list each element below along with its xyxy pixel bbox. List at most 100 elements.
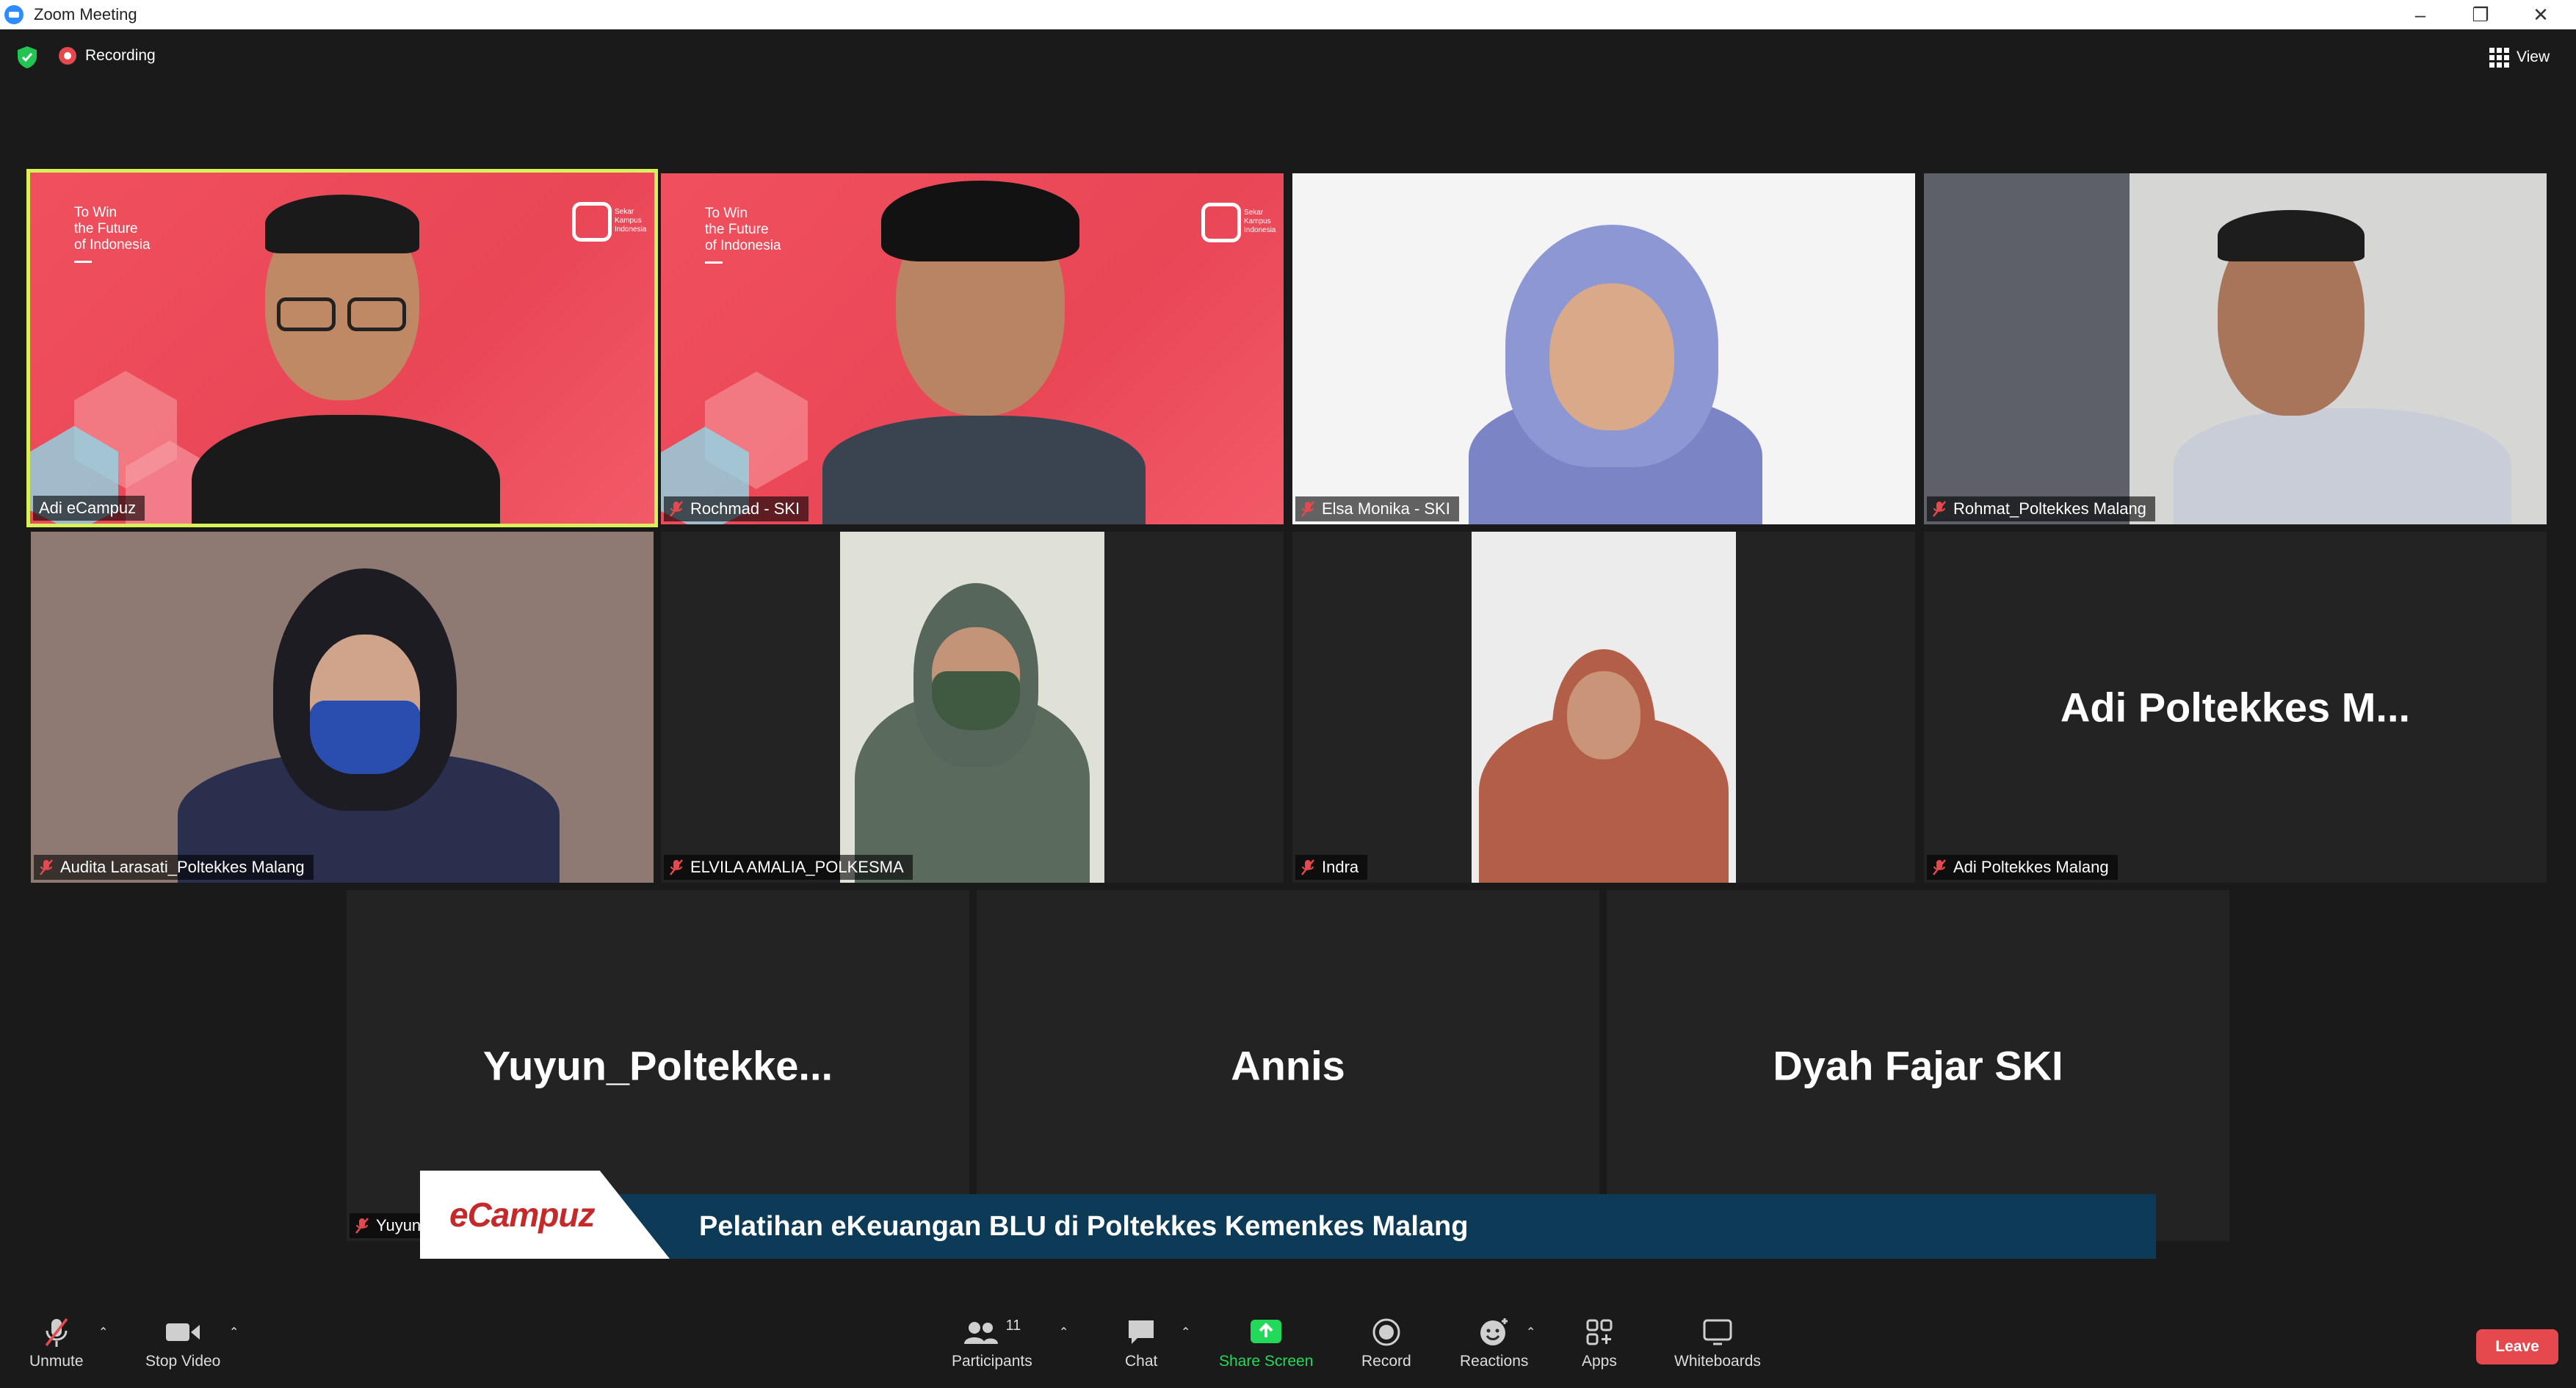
video-tile-indra[interactable]: Indra bbox=[1292, 532, 1915, 883]
muted-mic-icon bbox=[1933, 500, 1946, 518]
participant-name: Audita Larasati_Poltekkes Malang bbox=[60, 858, 305, 876]
record-button[interactable]: Record bbox=[1361, 1316, 1411, 1370]
window-title: Zoom Meeting bbox=[34, 5, 137, 24]
participant-name: Elsa Monika - SKI bbox=[1322, 499, 1450, 518]
participant-video bbox=[1472, 532, 1736, 883]
video-tile-adi-poltekkes[interactable]: Adi Poltekkes M... Adi Poltekkes Malang bbox=[1924, 532, 2547, 883]
participant-name-tag: Adi eCampuz bbox=[33, 496, 145, 521]
participant-name-tag: Audita Larasati_Poltekkes Malang bbox=[34, 855, 314, 880]
participant-display-name: Adi Poltekkes M... bbox=[2060, 684, 2411, 731]
muted-mic-icon bbox=[670, 500, 683, 518]
whiteboard-icon bbox=[1701, 1316, 1734, 1348]
video-tile-rochmad[interactable]: To Win the Future of Indonesia Sekar Kam… bbox=[661, 173, 1284, 524]
share-screen-button[interactable]: Share Screen bbox=[1219, 1316, 1313, 1370]
stop-video-button[interactable]: Stop Video bbox=[145, 1316, 220, 1370]
event-banner: Pelatihan eKeuangan BLU di Poltekkes Kem… bbox=[420, 1171, 2156, 1259]
recording-indicator[interactable]: Recording bbox=[59, 47, 156, 65]
video-options-caret-icon[interactable]: ⌃ bbox=[229, 1325, 239, 1340]
recording-icon bbox=[59, 47, 76, 65]
participants-icon: 11 bbox=[963, 1316, 1021, 1348]
video-tile-audita[interactable]: Audita Larasati_Poltekkes Malang bbox=[31, 532, 654, 883]
video-tile-elvila[interactable]: ELVILA AMALIA_POLKESMA bbox=[661, 532, 1284, 883]
chat-options-caret-icon[interactable]: ⌃ bbox=[1181, 1325, 1190, 1340]
muted-mic-icon bbox=[1933, 859, 1946, 876]
participant-name: Rochmad - SKI bbox=[690, 499, 800, 518]
video-camera-icon bbox=[164, 1316, 201, 1348]
title-bar: Zoom Meeting – ❐ ✕ bbox=[0, 0, 2576, 29]
ecampuz-logo-text: eCampuz bbox=[449, 1196, 595, 1234]
participant-name-tag: Elsa Monika - SKI bbox=[1295, 496, 1459, 521]
audio-options-caret-icon[interactable]: ⌃ bbox=[98, 1325, 108, 1340]
participant-name-tag: Indra bbox=[1295, 855, 1368, 880]
close-icon[interactable]: ✕ bbox=[2519, 0, 2563, 29]
participants-label: Participants bbox=[952, 1353, 1032, 1370]
zoom-meeting-window: Zoom Meeting – ❐ ✕ Recording View To Win… bbox=[0, 0, 2576, 1388]
zoom-logo-icon bbox=[4, 5, 23, 24]
participant-name-tag: ELVILA AMALIA_POLKESMA bbox=[664, 855, 913, 880]
participant-name: Rohmat_Poltekkes Malang bbox=[1953, 499, 2146, 518]
participant-name-tag: Rochmad - SKI bbox=[664, 496, 809, 521]
participant-display-name: Annis bbox=[1231, 1042, 1345, 1089]
participant-name: Adi Poltekkes Malang bbox=[1953, 858, 2109, 876]
video-tile-rohmat[interactable]: Rohmat_Poltekkes Malang bbox=[1924, 173, 2547, 524]
apps-button[interactable]: Apps bbox=[1582, 1316, 1617, 1370]
participants-count: 11 bbox=[1005, 1317, 1021, 1334]
banner-title: Pelatihan eKeuangan BLU di Poltekkes Kem… bbox=[699, 1210, 1469, 1242]
muted-mic-icon bbox=[670, 859, 683, 876]
apps-label: Apps bbox=[1582, 1353, 1617, 1370]
recording-label: Recording bbox=[85, 47, 156, 64]
participant-name-tag: Adi Poltekkes Malang bbox=[1927, 855, 2118, 880]
participant-display-name: Dyah Fajar SKI bbox=[1773, 1042, 2063, 1089]
muted-microphone-icon bbox=[42, 1316, 71, 1348]
muted-mic-icon bbox=[1301, 500, 1314, 518]
record-label: Record bbox=[1361, 1353, 1411, 1370]
restore-icon[interactable]: ❐ bbox=[2459, 0, 2503, 29]
chat-label: Chat bbox=[1125, 1353, 1158, 1370]
background-slogan: To Win the Future of Indonesia bbox=[74, 205, 151, 263]
video-tile-adi-ecampuz[interactable]: To Win the Future of Indonesia Sekar Kam… bbox=[26, 169, 658, 527]
reactions-options-caret-icon[interactable]: ⌃ bbox=[1526, 1325, 1535, 1340]
participant-name-tag: Rohmat_Poltekkes Malang bbox=[1927, 496, 2155, 521]
minimize-icon[interactable]: – bbox=[2398, 0, 2442, 29]
brand-text: Sekar Kampus Indonesia bbox=[615, 208, 647, 234]
share-screen-icon bbox=[1249, 1316, 1283, 1348]
stop-video-label: Stop Video bbox=[145, 1353, 221, 1370]
background-locker bbox=[1924, 173, 2130, 524]
participant-name: Adi eCampuz bbox=[39, 499, 137, 517]
brand-logo-icon bbox=[1201, 203, 1241, 242]
whiteboards-button[interactable]: Whiteboards bbox=[1674, 1316, 1761, 1370]
unmute-label: Unmute bbox=[29, 1353, 84, 1370]
video-tile-elsa[interactable]: Elsa Monika - SKI bbox=[1292, 173, 1915, 524]
background-slogan: To Win the Future of Indonesia bbox=[705, 206, 781, 264]
brand-text: Sekar Kampus Indonesia bbox=[1244, 209, 1276, 234]
record-icon bbox=[1372, 1316, 1401, 1348]
ecampuz-logo: eCampuz bbox=[420, 1171, 670, 1259]
grid-icon bbox=[2489, 47, 2509, 68]
view-button[interactable]: View bbox=[2489, 43, 2560, 72]
participant-name: Indra bbox=[1322, 858, 1359, 876]
muted-mic-icon bbox=[40, 859, 53, 876]
share-screen-label: Share Screen bbox=[1219, 1353, 1314, 1370]
muted-mic-icon bbox=[355, 1217, 369, 1235]
reactions-label: Reactions bbox=[1460, 1353, 1529, 1370]
chat-bubble-icon bbox=[1126, 1316, 1157, 1348]
participant-name-tag: Yuyun bbox=[350, 1213, 430, 1238]
chat-button[interactable]: Chat bbox=[1125, 1316, 1157, 1370]
unmute-button[interactable]: Unmute bbox=[29, 1316, 84, 1370]
whiteboards-label: Whiteboards bbox=[1674, 1353, 1761, 1370]
brand-logo-icon bbox=[572, 202, 612, 242]
participant-display-name: Yuyun_Poltekke... bbox=[482, 1042, 833, 1089]
participants-options-caret-icon[interactable]: ⌃ bbox=[1059, 1325, 1068, 1340]
participants-button[interactable]: 11 Participants bbox=[952, 1316, 1032, 1370]
smiley-icon bbox=[1478, 1316, 1510, 1348]
participant-name: ELVILA AMALIA_POLKESMA bbox=[690, 858, 904, 876]
apps-icon bbox=[1585, 1316, 1614, 1348]
reactions-button[interactable]: Reactions bbox=[1460, 1316, 1528, 1370]
muted-mic-icon bbox=[1301, 859, 1314, 876]
banner-title-bar: Pelatihan eKeuangan BLU di Poltekkes Kem… bbox=[596, 1194, 2156, 1259]
participant-name: Yuyun bbox=[376, 1216, 422, 1235]
participant-video bbox=[840, 532, 1104, 883]
leave-button[interactable]: Leave bbox=[2476, 1329, 2558, 1364]
view-label: View bbox=[2517, 48, 2550, 65]
security-shield-icon[interactable] bbox=[16, 46, 38, 69]
